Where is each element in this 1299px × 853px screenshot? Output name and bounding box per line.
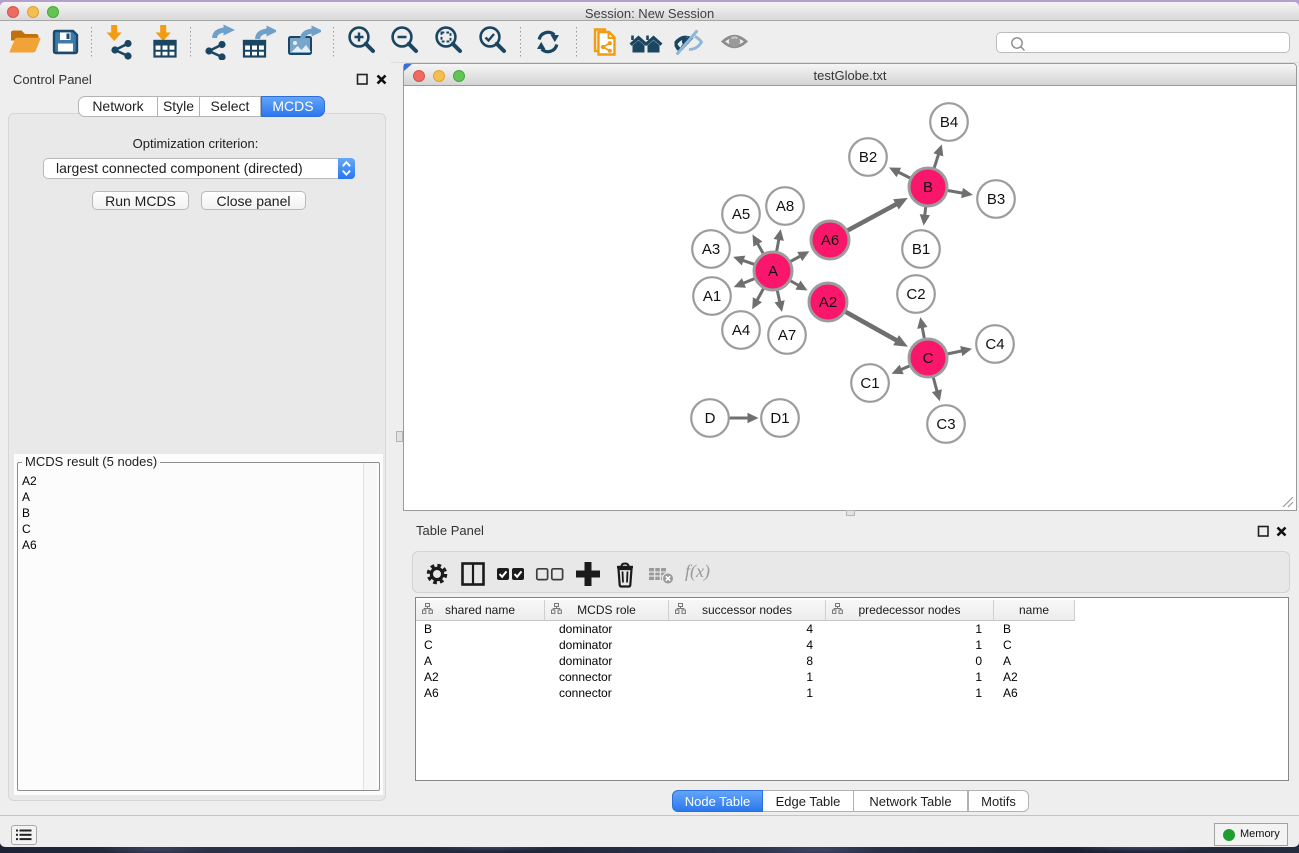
svg-text:B2: B2 — [859, 149, 877, 166]
svg-text:A6: A6 — [821, 232, 839, 249]
svg-text:A7: A7 — [778, 327, 796, 344]
svg-text:A5: A5 — [732, 206, 750, 223]
svg-text:B3: B3 — [987, 191, 1005, 208]
svg-text:C2: C2 — [906, 286, 925, 303]
svg-text:C3: C3 — [936, 416, 955, 433]
svg-text:D: D — [705, 410, 716, 427]
svg-text:A3: A3 — [702, 241, 720, 258]
svg-text:D1: D1 — [770, 410, 789, 427]
svg-text:A4: A4 — [732, 322, 750, 339]
svg-text:B1: B1 — [912, 241, 930, 258]
svg-text:A: A — [768, 263, 778, 280]
svg-text:A8: A8 — [776, 198, 794, 215]
svg-text:C1: C1 — [860, 375, 879, 392]
svg-text:A1: A1 — [703, 288, 721, 305]
svg-text:C4: C4 — [985, 336, 1004, 353]
svg-text:A2: A2 — [819, 294, 837, 311]
svg-text:B: B — [923, 179, 933, 196]
svg-text:C: C — [923, 350, 934, 367]
svg-text:B4: B4 — [940, 114, 958, 131]
